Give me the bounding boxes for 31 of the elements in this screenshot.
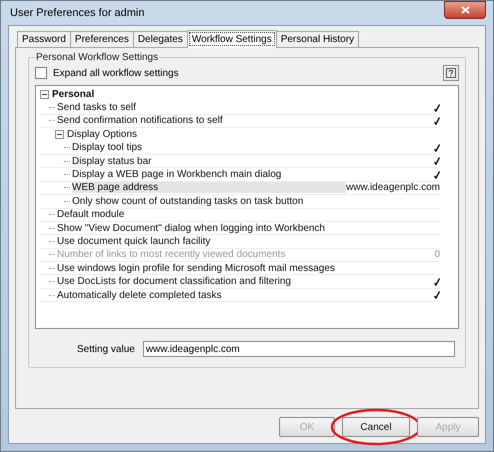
setting-label[interactable]: Use DocLists for document classification and filtering xyxy=(57,276,434,288)
setting-label[interactable]: Use document quick launch facility xyxy=(57,236,440,247)
setting-value: 0 xyxy=(434,249,440,260)
setting-label[interactable]: Display status bar xyxy=(72,156,434,167)
collapse-icon[interactable] xyxy=(40,90,49,99)
setting-label[interactable]: Default module xyxy=(57,209,440,220)
tab[interactable]: Workflow Settings xyxy=(186,30,277,48)
setting-label[interactable]: WEB page address xyxy=(72,182,346,194)
window-title: User Preferences for admin xyxy=(9,7,144,19)
setting-label[interactable]: Only show count of outstanding tasks on task button xyxy=(72,196,440,207)
collapse-icon[interactable] xyxy=(55,130,64,139)
setting-value: www.ideagenplc.com xyxy=(346,182,440,194)
tree-group-label[interactable]: Display Options xyxy=(67,128,440,140)
close-button[interactable] xyxy=(444,1,486,19)
setting-label[interactable]: Automatically delete completed tasks xyxy=(57,290,434,301)
setting-label[interactable]: Use windows login profile for sending Microsoft mail messages xyxy=(57,262,440,274)
setting-label[interactable]: Send tasks to self xyxy=(57,102,434,114)
setting-label[interactable]: Display a WEB page in Workbench main dialog xyxy=(72,169,434,180)
tab[interactable]: Password xyxy=(17,31,71,48)
tree-group-label[interactable]: Personal xyxy=(52,88,440,100)
help-button[interactable] xyxy=(443,65,459,81)
tab[interactable]: Personal History xyxy=(276,31,360,48)
close-icon xyxy=(460,6,470,14)
setting-value-field[interactable]: www.ideagenplc.com xyxy=(142,341,455,357)
expand-all-checkbox[interactable]: Expand all workflow settings xyxy=(35,67,179,79)
group-title: Personal Workflow Settings xyxy=(35,52,160,63)
dialog-button[interactable]: Cancel xyxy=(342,417,410,437)
setting-label[interactable]: Display tool tips xyxy=(72,142,434,154)
setting-label[interactable]: Show "View Document" dialog when logging into Workbench xyxy=(57,222,440,234)
field-label: Setting value xyxy=(77,344,135,354)
setting-label[interactable]: Send confirmation notifications to self xyxy=(57,115,434,126)
